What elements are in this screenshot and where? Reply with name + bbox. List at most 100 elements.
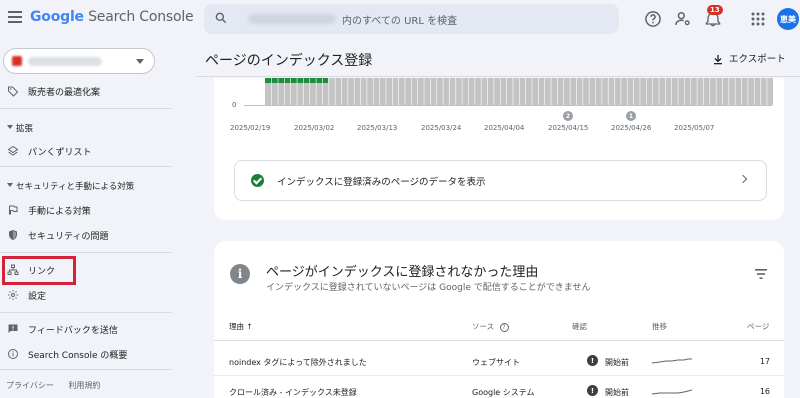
sidebar-item-security-issues[interactable]: セキュリティの問題 xyxy=(0,224,172,246)
filter-icon[interactable] xyxy=(755,269,767,279)
bar-separator xyxy=(766,78,768,105)
property-selector[interactable] xyxy=(3,48,155,74)
sidebar-item-feedback[interactable]: フィードバックを送信 xyxy=(0,318,172,340)
section-label: セキュリティと手動による対策 xyxy=(16,182,135,192)
apps-grid-icon[interactable] xyxy=(748,9,768,29)
table-row[interactable]: noindex タグによって除外されました ウェブサイト ! 開始前 17 xyxy=(214,345,784,375)
bar-separator xyxy=(442,78,444,105)
bar-separator xyxy=(563,78,565,105)
annotation-marker[interactable]: 1 xyxy=(626,111,636,121)
bar-separator xyxy=(582,78,584,105)
sidebar-item-label: セキュリティの問題 xyxy=(28,232,109,242)
section-enhancements[interactable]: 拡張 xyxy=(0,119,172,137)
bar-separator xyxy=(353,78,355,105)
annotation-marker[interactable]: 2 xyxy=(563,111,573,121)
card-title: ページがインデックスに登録されなかった理由 xyxy=(266,265,539,280)
url-inspect-search[interactable]: 内のすべての URL を検査 xyxy=(204,4,619,34)
chart-bars xyxy=(265,78,773,105)
bar-separator xyxy=(322,78,323,105)
table-header-divider xyxy=(214,340,784,341)
section-security[interactable]: セキュリティと手動による対策 xyxy=(0,177,172,195)
x-tick-label: 2025/04/26 xyxy=(611,124,652,132)
bar-separator xyxy=(620,78,622,105)
column-header-verification[interactable]: 確認 xyxy=(572,321,587,332)
avatar[interactable]: 恵美 xyxy=(777,8,799,30)
sidebar-item-breadcrumbs[interactable]: パンくずリスト xyxy=(0,140,172,162)
bar-separator xyxy=(271,78,272,105)
bar-separator xyxy=(277,78,279,105)
alert-icon: ! xyxy=(587,385,598,396)
logo-product: Search Console xyxy=(88,9,194,25)
bar-separator xyxy=(753,78,755,105)
sidebar-item-merchant[interactable]: 販売者の最適化案 xyxy=(0,80,172,102)
sidebar-divider xyxy=(0,166,172,167)
terms-link[interactable]: 利用規約 xyxy=(68,381,100,390)
x-tick-label: 2025/02/19 xyxy=(230,124,271,132)
bar-separator xyxy=(430,78,431,105)
card-subtitle: インデックスに登録されていないページは Google で配信することができません xyxy=(266,283,591,293)
bar-separator xyxy=(487,78,488,105)
index-chart[interactable]: 0 2025/02/19 2025/03/02 2025/03/13 2025/… xyxy=(214,78,784,138)
sidebar-item-manual-actions[interactable]: 手動による対策 xyxy=(0,199,172,221)
bar-separator xyxy=(614,78,615,105)
sidebar-item-settings[interactable]: 設定 xyxy=(0,284,172,306)
sidebar-divider xyxy=(0,369,172,370)
export-button[interactable]: エクスポート xyxy=(713,51,786,65)
help-icon[interactable]: ? xyxy=(499,323,509,332)
redacted-property-name xyxy=(28,57,102,66)
menu-icon[interactable] xyxy=(8,11,22,25)
column-header-source[interactable]: ソース ? xyxy=(472,321,509,332)
x-tick-label: 2025/03/24 xyxy=(421,124,462,132)
top-bar: Google Search Console 内のすべての URL を検査 13 … xyxy=(0,0,800,38)
check-circle-icon xyxy=(251,174,264,187)
chevron-right-icon xyxy=(738,174,748,184)
row-reason: クロール済み - インデックス未登録 xyxy=(229,388,357,397)
bar-separator xyxy=(392,78,393,105)
bar-separator xyxy=(734,78,736,105)
bar-separator xyxy=(531,78,533,105)
help-icon[interactable] xyxy=(643,9,663,29)
sidebar-item-label: フィードバックを送信 xyxy=(28,326,118,336)
bar-separator xyxy=(372,78,374,105)
bar-separator xyxy=(423,78,425,105)
trend-sparkline xyxy=(652,389,692,395)
bar-separator xyxy=(519,78,520,105)
x-tick-label: 2025/05/07 xyxy=(674,124,715,132)
app-logo[interactable]: Google Search Console xyxy=(30,9,194,25)
x-axis-dates: 2025/02/19 2025/03/02 2025/03/13 2025/03… xyxy=(214,124,784,136)
privacy-link[interactable]: プライバシー xyxy=(6,381,54,390)
bar-separator xyxy=(626,78,628,105)
bar-separator xyxy=(760,78,761,105)
bar-separator xyxy=(550,78,552,105)
sidebar-item-about[interactable]: Search Console の概要 xyxy=(0,343,172,365)
bar-separator xyxy=(341,78,342,105)
column-header-reason[interactable]: 理由 ↑ xyxy=(229,321,253,332)
view-indexed-pages-link[interactable]: インデックスに登録済みのページのデータを表示 xyxy=(234,160,767,201)
bar-separator xyxy=(309,78,311,105)
bar-separator xyxy=(506,78,507,105)
chevron-down-icon xyxy=(136,59,144,64)
x-tick-label: 2025/03/02 xyxy=(294,124,335,132)
alert-icon: ! xyxy=(587,355,598,366)
export-label: エクスポート xyxy=(729,54,786,65)
row-page-count: 16 xyxy=(759,387,770,396)
sidebar-item-label: パンくずリスト xyxy=(28,148,92,158)
indexed-bars xyxy=(265,78,328,83)
column-header-label: ソース xyxy=(472,322,495,331)
bar-separator xyxy=(525,78,526,105)
row-status: 開始前 xyxy=(605,388,629,397)
row-reason: noindex タグによって除外されました xyxy=(229,358,367,367)
column-header-pages[interactable]: ページ xyxy=(747,321,769,332)
bar-separator xyxy=(538,78,539,105)
chevron-down-icon xyxy=(7,125,13,129)
bar-separator xyxy=(684,78,685,105)
bar-separator xyxy=(499,78,501,105)
x-tick-label: 2025/04/04 xyxy=(484,124,525,132)
bar-separator xyxy=(404,78,406,105)
sidebar-item-label: 販売者の最適化案 xyxy=(28,88,101,98)
table-row[interactable]: クロール済み - インデックス未登録 Google システム ! 開始前 16 xyxy=(214,375,784,398)
bar-separator xyxy=(696,78,698,105)
manage-users-icon[interactable] xyxy=(673,9,693,29)
bar-separator xyxy=(328,78,330,105)
logo-google: Google xyxy=(30,9,84,25)
